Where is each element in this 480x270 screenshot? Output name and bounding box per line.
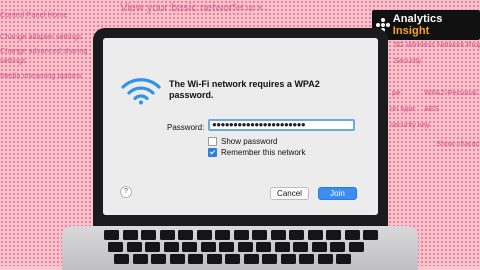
keyboard-key	[206, 254, 222, 264]
bg-label-2: security key	[390, 120, 430, 129]
keyboard-key	[336, 254, 351, 264]
keyboard-key	[108, 242, 123, 252]
bg-link-2: Change advanced sharing	[0, 46, 88, 55]
bg-link-4: Media streaming options	[0, 71, 82, 80]
remember-network-checkbox[interactable]	[208, 148, 217, 157]
keyboard-key	[299, 254, 314, 264]
keyboard-key	[178, 230, 193, 240]
show-password-row[interactable]: Show password	[208, 137, 277, 146]
bg-right-1: Security	[394, 56, 422, 65]
keyboard-key	[252, 230, 267, 240]
keyboard-key	[293, 242, 308, 252]
keyboard-key	[219, 242, 234, 252]
keyboard-key	[243, 254, 259, 264]
brand-name-prefix: Analytics	[392, 13, 443, 25]
remember-network-row[interactable]: Remember this network	[208, 148, 305, 157]
join-button[interactable]: Join	[318, 187, 357, 200]
remember-network-label: Remember this network	[221, 148, 306, 157]
bg-right-4: Show characters	[436, 139, 480, 148]
dialog-message: The Wi-Fi network requires a WPA2 passwo…	[169, 79, 320, 100]
password-input[interactable]: ●●●●●●●●●●●●●●●●●●●●●●	[208, 119, 355, 131]
keyboard-key	[104, 230, 119, 240]
brand-name: Analytics Insight	[393, 13, 474, 37]
bg-link-0: Control Panel Home	[0, 10, 68, 19]
keyboard-key	[200, 242, 216, 252]
keyboard-key	[132, 254, 148, 264]
keyboard-key	[270, 230, 286, 240]
show-password-checkbox[interactable]	[208, 137, 217, 146]
keyboard-key	[326, 230, 341, 240]
keyboard-key	[348, 242, 364, 252]
keyboard-key	[182, 242, 197, 252]
keyboard-key	[307, 230, 323, 240]
bg-right-3: AES	[424, 104, 440, 113]
keyboard-key	[163, 242, 179, 252]
keyboard-key	[159, 230, 175, 240]
brand-name-highlight: Insight	[392, 25, 430, 37]
keyboard-key	[188, 254, 203, 264]
wifi-icon	[121, 78, 161, 105]
cancel-button[interactable]: Cancel	[270, 187, 309, 200]
keyboard-key	[145, 242, 160, 252]
bg-right-0: 5G Wireless Network Propo	[394, 40, 480, 49]
password-label: Password:	[167, 123, 205, 132]
bg-label-1: on type:	[390, 104, 417, 113]
keyboard-key	[280, 254, 296, 264]
keyboard-key	[311, 242, 327, 252]
bg-right-2: WPA2-Personal	[424, 88, 477, 97]
keyboard-key	[126, 242, 142, 252]
keyboard-key	[330, 242, 345, 252]
bg-link-1: Change adapter settings	[0, 32, 82, 41]
keyboard-key	[141, 230, 156, 240]
laptop-screen: The Wi-Fi network requires a WPA2 passwo…	[103, 38, 378, 215]
keyboard-key	[289, 230, 304, 240]
brand-logo: Analytics Insight	[372, 10, 480, 40]
keyboard-key	[344, 230, 360, 240]
bg-link-3: settings	[0, 56, 26, 65]
keyboard-key	[262, 254, 277, 264]
keyboard-key	[151, 254, 166, 264]
keyboard-key	[256, 242, 271, 252]
bg-label-0: pe:	[392, 88, 403, 97]
bg-title: View your basic networ	[120, 2, 233, 14]
keyboard-key	[363, 230, 378, 240]
keyboard-key	[169, 254, 185, 264]
show-password-label: Show password	[221, 137, 278, 146]
keyboard-key	[215, 230, 230, 240]
laptop-keyboard	[98, 229, 384, 266]
bg-title-2: Set up a...	[232, 3, 269, 12]
keyboard-key	[114, 254, 129, 264]
keyboard-key	[237, 242, 253, 252]
keyboard-key	[317, 254, 333, 264]
keyboard-key	[122, 230, 138, 240]
keyboard-key	[233, 230, 249, 240]
wifi-password-dialog: The Wi-Fi network requires a WPA2 passwo…	[103, 45, 378, 215]
keyboard-key	[196, 230, 212, 240]
keyboard-key	[225, 254, 240, 264]
keyboard-key	[274, 242, 290, 252]
help-icon[interactable]: ?	[120, 186, 132, 198]
